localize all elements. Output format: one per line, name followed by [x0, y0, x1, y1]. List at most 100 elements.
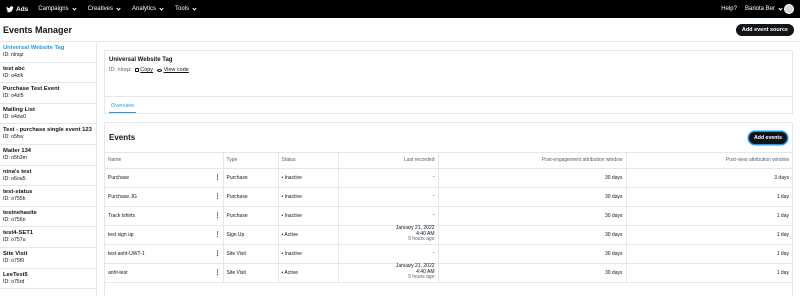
sidebar-item-name: test4-SET1: [3, 230, 33, 237]
sidebar-item[interactable]: Mailer 134 ID: o5h3m: [0, 145, 96, 166]
sidebar-item-name: testnehasite: [3, 209, 37, 216]
event-post-engagement: 30 days: [438, 263, 627, 283]
chevron-down-icon: [116, 5, 121, 11]
col-last-recorded[interactable]: Last recorded: [338, 153, 439, 169]
main-panel: Universal Website Tag ID: nlnqz Copy Vie…: [97, 42, 800, 296]
event-post-view: 3 days: [626, 168, 792, 188]
event-status: • Inactive: [278, 244, 339, 264]
event-last-recorded: January 21, 2022 4:40 AM 9 hours ago: [338, 263, 439, 283]
copy-icon: [134, 68, 139, 72]
top-navigation: Ads Campaigns Creatives Analytics Tools …: [0, 0, 800, 18]
event-name[interactable]: test-anht-UWT-1: [108, 251, 145, 257]
more-options-icon[interactable]: ⋮: [215, 174, 221, 181]
more-options-icon[interactable]: ⋮: [215, 269, 221, 276]
last-recorded-date: -: [432, 211, 435, 218]
event-last-recorded: -: [338, 244, 439, 264]
col-post-engagement[interactable]: Post-engagement attribution window: [438, 153, 627, 169]
table-row[interactable]: Purchase JG ⋮ Purchase • Inactive - 30 da…: [105, 187, 792, 207]
sidebar-item-name: test abc: [3, 65, 25, 72]
event-status: • Inactive: [278, 187, 339, 207]
events-table: Name Type Status Last recorded Post-enga…: [105, 153, 792, 283]
event-status: • Inactive: [278, 206, 339, 226]
event-status: • Active: [278, 263, 339, 283]
sidebar-item-name: LeeTest5: [3, 271, 28, 278]
event-post-engagement: 30 days: [438, 206, 627, 226]
event-name[interactable]: test sign up: [108, 232, 134, 238]
tab-overview[interactable]: Overview: [109, 103, 136, 113]
nav-tools-label: Tools: [175, 6, 190, 12]
event-type: Purchase: [223, 187, 279, 207]
last-recorded-relative: 9 hours ago: [408, 236, 435, 243]
sidebar-item[interactable]: LeeTest5 ID: o75rd: [0, 269, 96, 290]
event-last-recorded: -: [338, 168, 439, 188]
chevron-down-icon: [192, 5, 197, 11]
event-name[interactable]: Purchase JG: [108, 194, 137, 200]
sidebar-item-name: Purchase Test Event: [3, 86, 60, 93]
sidebar-item[interactable]: Test - purchase single event 123 ID: o5fs…: [0, 124, 96, 145]
sidebar-item-id: ID: o4zl5: [3, 93, 24, 100]
sidebar-item[interactable]: test4-SET1 ID: o757u: [0, 227, 96, 248]
event-name[interactable]: Purchase: [108, 175, 129, 181]
col-post-view[interactable]: Post-view attribution window: [626, 153, 792, 169]
table-row[interactable]: test sign up ⋮ Sign Up • Active January 2…: [105, 225, 792, 245]
view-code-label: View code: [163, 67, 189, 73]
copy-button[interactable]: Copy: [134, 67, 153, 73]
events-title: Events: [109, 133, 136, 142]
brand[interactable]: Ads: [6, 6, 28, 13]
chevron-down-icon: [778, 5, 783, 11]
event-type: Purchase: [223, 168, 279, 188]
add-events-button[interactable]: Add events: [749, 131, 787, 144]
nav-tools[interactable]: Tools: [175, 5, 197, 12]
event-post-view: 1 day: [626, 263, 792, 283]
more-options-icon[interactable]: ⋮: [215, 250, 221, 257]
col-type[interactable]: Type: [223, 153, 279, 169]
col-name[interactable]: Name: [105, 153, 224, 169]
sidebar-item-name: Site Visit: [3, 250, 28, 257]
table-row[interactable]: test-anht-UWT-1 ⋮ Site Visit • Inactive -…: [105, 244, 792, 264]
more-options-icon[interactable]: ⋮: [215, 231, 221, 238]
sidebar-item-id: ID: o756n: [3, 216, 26, 223]
sidebar-item[interactable]: Site Visit ID: o75f9: [0, 248, 96, 269]
event-type: Purchase: [223, 206, 279, 226]
sidebar-item[interactable]: Purchase Test Event ID: o4zl5: [0, 83, 96, 104]
table-row[interactable]: Purchase ⋮ Purchase • Inactive - 30 days …: [105, 168, 792, 188]
event-type: Site Visit: [223, 263, 279, 283]
nav-analytics[interactable]: Analytics: [131, 5, 164, 12]
chevron-down-icon: [159, 5, 164, 11]
add-event-source-button[interactable]: Add event source: [735, 23, 794, 36]
col-status[interactable]: Status: [278, 153, 339, 169]
more-options-icon[interactable]: ⋮: [215, 212, 221, 219]
last-recorded-date: -: [432, 173, 435, 180]
table-row[interactable]: anht-test ⋮ Site Visit • Active January 2…: [105, 263, 792, 283]
sidebar-item-id: ID: o5h3m: [3, 154, 27, 161]
avatar: [784, 4, 794, 14]
event-post-engagement: 30 days: [438, 225, 627, 245]
sidebar-item[interactable]: Mailing List ID: o4zw0: [0, 104, 96, 125]
source-details: Universal Website Tag ID: nlnqz Copy Vie…: [104, 50, 793, 96]
event-post-engagement: 30 days: [438, 187, 627, 207]
sidebar-item-name: test-status: [3, 189, 33, 196]
sidebar-item-id: ID: o6oa5: [3, 175, 26, 182]
nav-campaigns[interactable]: Campaigns: [38, 5, 77, 12]
help-link[interactable]: Help?: [721, 6, 737, 12]
nav-creatives[interactable]: Creatives: [88, 5, 121, 12]
event-last-recorded: -: [338, 206, 439, 226]
account-name: Bariota Ber: [744, 6, 775, 12]
sidebar-item[interactable]: test abc ID: o4zlk: [0, 63, 96, 84]
sidebar-item-name: Test - purchase single event 123: [3, 127, 92, 134]
account-menu[interactable]: Bariota Ber: [745, 4, 794, 14]
event-post-view: 1 day: [626, 225, 792, 245]
sidebar-item-id: ID: o4zlk: [3, 72, 24, 79]
table-row[interactable]: Track tshirts ⋮ Purchase • Inactive - 30 …: [105, 206, 792, 226]
more-options-icon[interactable]: ⋮: [215, 193, 221, 200]
event-name[interactable]: Track tshirts: [108, 213, 135, 219]
brand-label: Ads: [16, 5, 29, 13]
sidebar-item[interactable]: nina's test ID: o6oa5: [0, 166, 96, 187]
sidebar-item[interactable]: testnehasite ID: o756n: [0, 207, 96, 228]
event-name[interactable]: anht-test: [108, 270, 127, 276]
bird-icon: [6, 5, 14, 12]
nav-analytics-label: Analytics: [131, 6, 156, 12]
view-code-button[interactable]: View code: [157, 67, 189, 73]
sidebar-item[interactable]: Universal Website Tag ID: nlnqz: [0, 42, 96, 63]
sidebar-item[interactable]: test-status ID: o755h: [0, 186, 96, 207]
